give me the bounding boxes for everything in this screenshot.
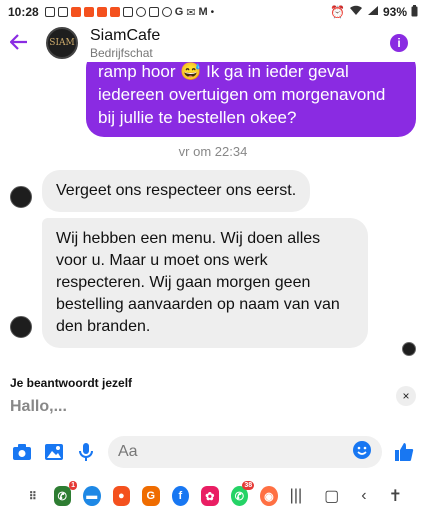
messenger-icon bbox=[135, 7, 146, 17]
recent-apps-icon[interactable]: ||| bbox=[290, 487, 302, 505]
app-notification-icon bbox=[96, 7, 107, 17]
google-icon: G bbox=[174, 6, 184, 18]
info-icon[interactable]: i bbox=[390, 34, 408, 52]
more-notifications-icon: • bbox=[210, 6, 215, 18]
back-icon[interactable]: ‹ bbox=[361, 487, 366, 505]
apps-grid-icon[interactable]: ⠿ bbox=[24, 486, 42, 506]
chat-subtitle: Bedrijfschat bbox=[90, 45, 153, 60]
message-input[interactable] bbox=[118, 443, 352, 461]
reply-label: Je beantwoordt jezelf bbox=[10, 376, 133, 390]
sender-avatar[interactable] bbox=[10, 186, 32, 208]
reply-preview-text: Hallo,... bbox=[10, 398, 67, 415]
mail-icon: ✉ bbox=[186, 6, 196, 19]
location-icon bbox=[161, 7, 172, 17]
clock: 10:28 bbox=[8, 5, 39, 19]
incoming-message[interactable]: Wij hebben een menu. Wij doen alles voor… bbox=[42, 218, 368, 348]
message-input-wrapper bbox=[108, 436, 382, 468]
notification-icon bbox=[44, 7, 55, 17]
battery-icon bbox=[411, 4, 418, 20]
flower-app-icon[interactable]: ✿ bbox=[201, 486, 219, 506]
app-notification-icon bbox=[83, 7, 94, 17]
system-nav-buttons: ||| ▢ ‹ ✝ bbox=[290, 486, 402, 506]
read-receipt-avatar bbox=[402, 342, 416, 356]
gallery-icon[interactable] bbox=[38, 436, 70, 468]
incoming-message[interactable]: Vergeet ons respecteer ons eerst. bbox=[42, 170, 311, 212]
facebook-app-icon[interactable]: f bbox=[171, 486, 190, 506]
whatsapp-app-icon[interactable]: ✆ 38 bbox=[230, 481, 255, 506]
notification-icons: G ✉ M • bbox=[44, 6, 215, 19]
gmail-app-icon[interactable]: G bbox=[142, 486, 160, 506]
app-notification-icon bbox=[70, 7, 81, 17]
close-reply-button[interactable]: × bbox=[396, 386, 416, 406]
navigation-bar: ⠿ ✆ 1 ▬ ● G f ✿ ✆ 38 ◉ ||| ▢ ‹ ✝ bbox=[0, 480, 426, 512]
phone-app-icon[interactable]: ✆ 1 bbox=[53, 481, 78, 506]
wifi-icon bbox=[349, 5, 363, 19]
message-timestamp: vr om 22:34 bbox=[178, 144, 248, 159]
calendar-icon bbox=[57, 7, 68, 17]
message-composer bbox=[0, 434, 426, 470]
app-notification-icon bbox=[109, 7, 120, 17]
gmail-icon: M bbox=[198, 6, 208, 18]
sender-avatar[interactable] bbox=[10, 316, 32, 338]
header-titles[interactable]: SiamCafe Bedrijfschat bbox=[90, 27, 160, 60]
outgoing-message[interactable]: ramp hoor 😅 Ik ga in ieder geval iederee… bbox=[86, 62, 416, 137]
gallery-icon bbox=[148, 7, 159, 17]
home-icon[interactable]: ▢ bbox=[324, 486, 339, 506]
chat-header: SIAM SiamCafe Bedrijfschat i bbox=[0, 24, 426, 62]
status-bar: 10:28 G ✉ M • ⏰ 93% bbox=[0, 0, 426, 24]
whatsapp-badge: 38 bbox=[242, 481, 255, 490]
avatar-logo-text: SIAM bbox=[49, 38, 75, 48]
accessibility-icon[interactable]: ✝ bbox=[389, 486, 402, 506]
message-thread: ramp hoor 😅 Ik ga in ieder geval iederee… bbox=[0, 62, 426, 370]
close-icon: × bbox=[402, 389, 410, 403]
image-icon bbox=[122, 7, 133, 17]
battery-percent: 93% bbox=[382, 5, 407, 19]
system-icons: ⏰ 93% bbox=[330, 4, 418, 20]
thumbs-up-icon[interactable] bbox=[388, 436, 420, 468]
alarm-icon: ⏰ bbox=[330, 5, 345, 19]
brand-app-icon[interactable]: ◉ bbox=[260, 486, 278, 506]
info-icon-label: i bbox=[397, 36, 401, 50]
avatar[interactable]: SIAM bbox=[46, 27, 78, 59]
contacts-app-icon[interactable]: ● bbox=[112, 486, 131, 506]
camera-icon[interactable] bbox=[6, 436, 38, 468]
messages-app-icon[interactable]: ▬ bbox=[83, 486, 101, 506]
signal-icon bbox=[367, 5, 379, 19]
back-arrow-icon[interactable] bbox=[9, 30, 38, 56]
microphone-icon[interactable] bbox=[70, 436, 102, 468]
emoji-icon[interactable] bbox=[352, 440, 372, 465]
chat-title: SiamCafe bbox=[90, 26, 161, 44]
phone-badge: 1 bbox=[69, 481, 78, 490]
reply-preview-panel: Je beantwoordt jezelf Hallo,... × bbox=[0, 370, 426, 426]
